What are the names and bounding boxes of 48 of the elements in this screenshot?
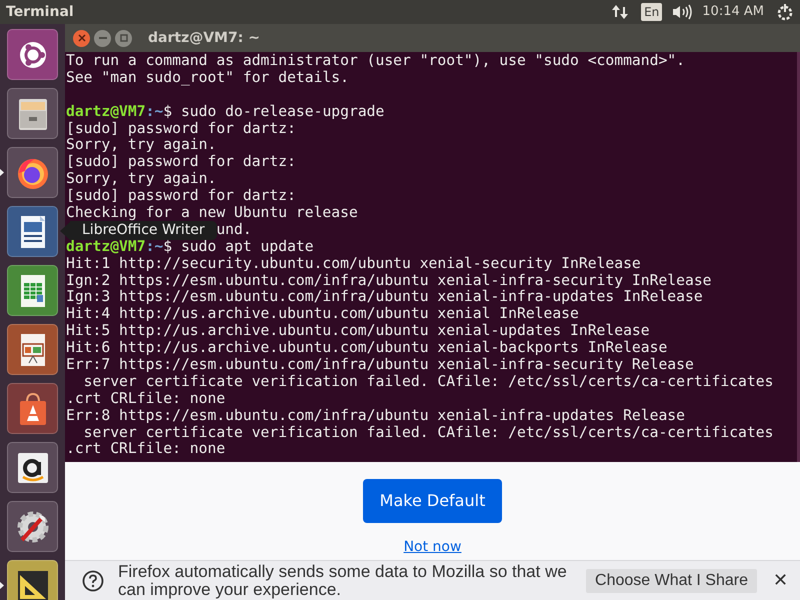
terminal-line: server certificate verification failed. CAfile: /etc/ssl/certs/ca-certificates bbox=[82, 424, 774, 442]
minimize-icon bbox=[98, 37, 106, 39]
launcher-item[interactable] bbox=[7, 206, 58, 257]
terminal-line: To run a command as administrator (user "root"), use "sudo <command>". bbox=[66, 53, 686, 70]
launcher-item[interactable] bbox=[7, 383, 58, 434]
terminal-line: [sudo] password for dartz: bbox=[66, 188, 297, 206]
maximize-button[interactable] bbox=[115, 30, 132, 46]
help-icon bbox=[82, 570, 104, 592]
active-app-title: Terminal bbox=[6, 2, 74, 22]
terminal-line: [sudo] password for dartz: bbox=[66, 120, 297, 138]
make-default-button[interactable]: Make Default bbox=[363, 479, 502, 523]
terminal-line: .crt CRLfile: none bbox=[66, 441, 226, 458]
launcher-item[interactable] bbox=[7, 29, 58, 80]
not-now-link[interactable]: Not now bbox=[404, 537, 462, 558]
terminal-line: Err:7 https://esm.ubuntu.com/infra/ubuntu xenial-infra-security Release bbox=[66, 357, 695, 374]
terminal-line: Sorry, try again. bbox=[66, 137, 218, 154]
close-icon bbox=[78, 34, 86, 42]
close-notification-button[interactable]: ✕ bbox=[773, 567, 788, 594]
notification-message: Firefox automatically sends some data to Mozilla so that we can improve your experience. bbox=[118, 562, 568, 598]
terminal-prompt-line: dartz@VM7:~$ sudo do-release-upgrade bbox=[66, 104, 386, 121]
tooltip-pointer bbox=[60, 222, 70, 240]
terminal-line: server certificate verification failed. CAfile: /etc/ssl/certs/ca-certificates bbox=[82, 374, 774, 391]
volume-icon[interactable] bbox=[672, 4, 692, 20]
terminal-line: Ign:3 https://esm.ubuntu.com/infra/ubuntu xenial-infra-updates InRelease bbox=[66, 289, 704, 306]
terminal-line: Hit:1 http://security.ubuntu.com/ubuntu xenial-security InRelease bbox=[66, 256, 642, 273]
terminal-line: Sorry, try again. bbox=[66, 171, 218, 188]
launcher-item[interactable] bbox=[7, 442, 58, 493]
terminal-line: Checking for a new Ubuntu release bbox=[66, 205, 359, 222]
minimize-button[interactable] bbox=[94, 30, 111, 46]
terminal-line: Hit:6 http://us.archive.ubuntu.com/ubuntu xenial-backports InRelease bbox=[66, 340, 668, 358]
window-title: dartz@VM7: ~ bbox=[148, 28, 260, 48]
terminal-line: und. bbox=[216, 222, 252, 239]
close-button[interactable] bbox=[73, 30, 90, 46]
terminal-line: Hit:5 http://us.archive.ubuntu.com/ubuntu xenial-updates InRelease bbox=[66, 323, 651, 340]
terminal-line: [sudo] password for dartz: bbox=[66, 154, 297, 172]
terminal-line: Err:8 https://esm.ubuntu.com/infra/ubuntu xenial-infra-updates Release bbox=[66, 408, 686, 425]
keyboard-layout-indicator[interactable]: En bbox=[641, 3, 662, 21]
terminal-line: .crt CRLfile: none bbox=[66, 390, 226, 408]
terminal-line: See "man sudo_root" for details. bbox=[66, 70, 350, 87]
choose-what-i-share-button[interactable]: Choose What I Share bbox=[586, 568, 757, 592]
clock[interactable]: 10:14 AM bbox=[702, 2, 764, 22]
network-arrows-icon[interactable] bbox=[611, 4, 630, 20]
launcher-item[interactable] bbox=[7, 560, 58, 600]
terminal-prompt-line: dartz@VM7:~$ sudo apt update bbox=[66, 238, 315, 256]
terminal-line: Hit:4 http://us.archive.ubuntu.com/ubuntu xenial InRelease bbox=[66, 306, 580, 324]
maximize-icon bbox=[120, 34, 128, 42]
terminal-line: Ign:2 https://esm.ubuntu.com/infra/ubuntu xenial-infra-security InRelease bbox=[66, 272, 713, 290]
power-gear-icon[interactable] bbox=[776, 3, 794, 21]
